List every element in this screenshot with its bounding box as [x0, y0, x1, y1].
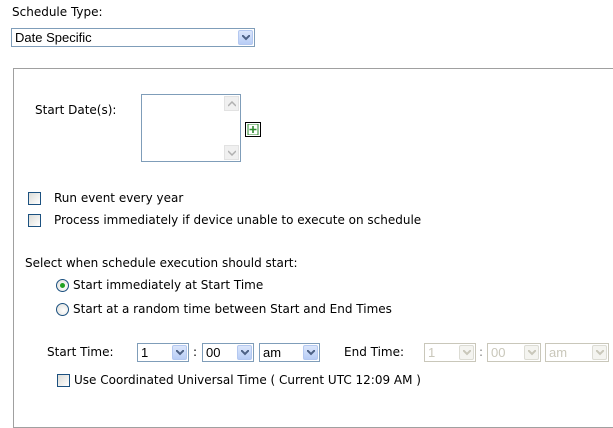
- execution-start-label: Select when schedule execution should st…: [25, 256, 298, 270]
- start-immediately-radio[interactable]: [56, 279, 69, 292]
- end-hour-select[interactable]: 1: [424, 343, 476, 362]
- start-ampm-select[interactable]: am: [259, 343, 320, 362]
- process-immediately-checkbox[interactable]: [28, 214, 41, 227]
- end-ampm-value: am: [549, 345, 568, 360]
- add-date-button[interactable]: [245, 122, 261, 137]
- schedule-type-select[interactable]: Date Specific: [11, 28, 255, 47]
- chevron-down-icon[interactable]: [172, 345, 187, 360]
- end-hour-value: 1: [428, 345, 436, 360]
- start-random-label: Start at a random time between Start and…: [73, 302, 392, 316]
- chevron-down-icon[interactable]: [238, 30, 253, 45]
- scroll-down-icon[interactable]: [224, 145, 239, 160]
- plus-icon: [247, 124, 259, 135]
- chevron-down-icon[interactable]: [592, 345, 607, 360]
- start-immediately-label: Start immediately at Start Time: [73, 278, 264, 292]
- end-minute-select[interactable]: 00: [487, 343, 541, 362]
- process-immediately-label: Process immediately if device unable to …: [54, 213, 422, 227]
- schedule-type-value: Date Specific: [15, 30, 92, 45]
- start-hour-value: 1: [141, 345, 149, 360]
- start-time-colon: :: [193, 345, 198, 359]
- use-utc-checkbox[interactable]: [57, 374, 70, 387]
- chevron-down-icon[interactable]: [459, 345, 474, 360]
- start-time-label: Start Time:: [47, 345, 114, 359]
- start-dates-listbox[interactable]: [141, 94, 241, 162]
- start-random-radio[interactable]: [56, 303, 69, 316]
- schedule-type-label: Schedule Type:: [12, 5, 103, 19]
- scroll-up-icon[interactable]: [224, 96, 239, 111]
- start-minute-select[interactable]: 00: [202, 343, 254, 362]
- chevron-down-icon[interactable]: [237, 345, 252, 360]
- chevron-down-icon[interactable]: [524, 345, 539, 360]
- start-minute-value: 00: [206, 345, 221, 360]
- run-every-year-label: Run event every year: [54, 191, 184, 205]
- end-time-colon: :: [479, 345, 484, 359]
- start-hour-select[interactable]: 1: [137, 343, 189, 362]
- run-every-year-checkbox[interactable]: [28, 192, 41, 205]
- start-ampm-value: am: [263, 345, 282, 360]
- chevron-down-icon[interactable]: [303, 345, 318, 360]
- end-time-label: End Time:: [344, 345, 405, 359]
- end-ampm-select[interactable]: am: [545, 343, 609, 362]
- end-minute-value: 00: [491, 345, 506, 360]
- use-utc-label: Use Coordinated Universal Time ( Current…: [74, 373, 421, 387]
- start-dates-label: Start Date(s):: [35, 103, 117, 117]
